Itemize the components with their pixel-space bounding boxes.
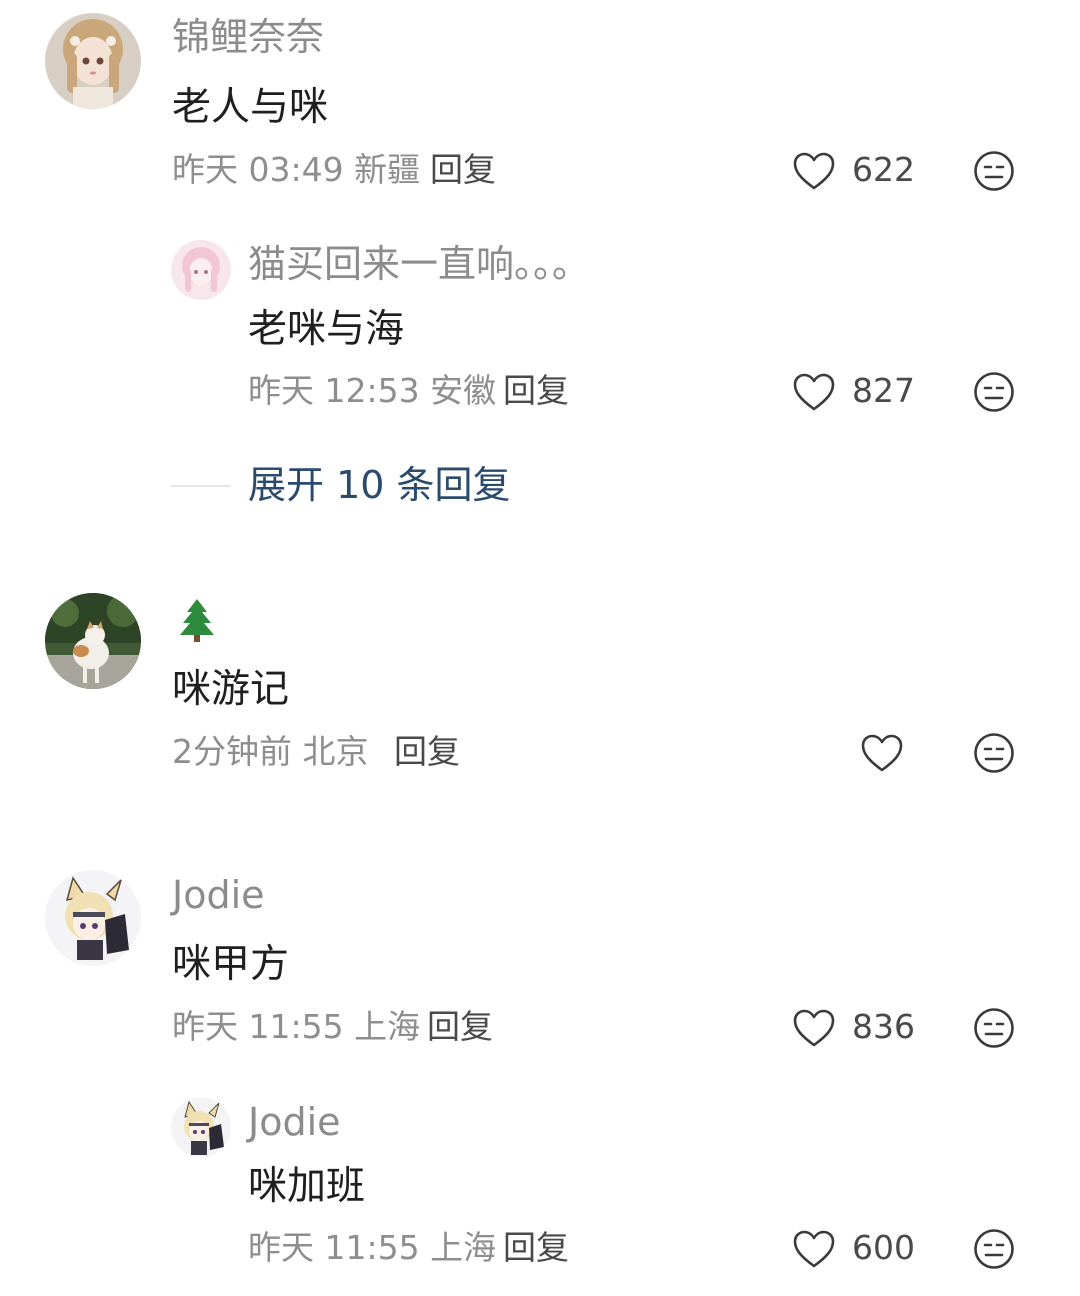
comment-timestamp: 2分钟前 — [172, 732, 292, 771]
heart-icon[interactable] — [792, 1008, 836, 1048]
comment-time: 2分钟前 北京 — [172, 735, 369, 768]
reply-timestamp: 昨天 11:55 — [248, 1228, 420, 1267]
avatar[interactable] — [45, 593, 141, 689]
comment-username[interactable]: 锦鲤奈奈 — [172, 18, 324, 56]
dislike-face-icon[interactable] — [973, 1007, 1015, 1049]
reply-button[interactable]: 回复 — [430, 153, 496, 186]
reply-button[interactable]: 回复 — [427, 1010, 493, 1043]
comment-timestamp: 昨天 03:49 — [172, 150, 344, 189]
reply-username[interactable]: Jodie — [248, 1103, 341, 1141]
heart-icon[interactable] — [792, 151, 836, 191]
reply-location: 安徽 — [430, 371, 497, 410]
dislike-face-icon[interactable] — [973, 1228, 1015, 1270]
like-count: 622 — [852, 150, 915, 189]
anime-character-avatar-image — [45, 870, 141, 966]
comment-content: 老人与咪 — [172, 85, 329, 130]
reply-button[interactable]: 回复 — [394, 735, 460, 768]
avatar[interactable] — [45, 13, 141, 109]
comment-username[interactable]: Jodie — [172, 876, 265, 914]
dislike-face-icon[interactable] — [973, 371, 1015, 413]
reply-timestamp: 昨天 12:53 — [248, 371, 420, 410]
avatar[interactable] — [45, 870, 141, 966]
reply-button[interactable]: 回复 — [503, 1231, 569, 1264]
comment-location: 新疆 — [354, 150, 421, 189]
reply-avatar[interactable] — [171, 240, 231, 300]
heart-icon[interactable] — [860, 733, 904, 773]
comment-content: 咪甲方 — [172, 942, 290, 987]
comment-location: 北京 — [302, 732, 369, 771]
pink-character-avatar-image — [171, 240, 231, 300]
comment-content: 咪游记 — [172, 667, 290, 712]
reply-content: 咪加班 — [248, 1164, 366, 1209]
reply-time: 昨天 11:55 上海 — [248, 1231, 496, 1264]
dislike-face-icon[interactable] — [973, 732, 1015, 774]
reply-time: 昨天 12:53 安徽 — [248, 374, 496, 407]
evergreen-tree-icon — [173, 596, 221, 644]
heart-icon[interactable] — [792, 372, 836, 412]
anime-character-avatar-image — [171, 1097, 231, 1157]
comment-time: 昨天 03:49 新疆 — [172, 153, 420, 186]
doll-avatar-image — [45, 13, 141, 109]
comment-time: 昨天 11:55 上海 — [172, 1010, 420, 1043]
like-count: 836 — [852, 1007, 915, 1046]
expand-replies-link[interactable]: 展开 10 条回复 — [248, 466, 511, 504]
reply-avatar[interactable] — [171, 1097, 231, 1157]
comment-timestamp: 昨天 11:55 — [172, 1007, 344, 1046]
like-count: 600 — [852, 1228, 915, 1267]
dislike-face-icon[interactable] — [973, 150, 1015, 192]
expand-divider — [171, 485, 231, 487]
like-count: 827 — [852, 371, 915, 410]
reply-location: 上海 — [430, 1228, 497, 1267]
reply-button[interactable]: 回复 — [503, 374, 569, 407]
reply-username[interactable]: 猫买回来一直响。。。 — [248, 245, 590, 283]
comment-location: 上海 — [354, 1007, 421, 1046]
reply-content: 老咪与海 — [248, 307, 405, 352]
heart-icon[interactable] — [792, 1229, 836, 1269]
cat-photo-avatar-image — [45, 593, 141, 689]
